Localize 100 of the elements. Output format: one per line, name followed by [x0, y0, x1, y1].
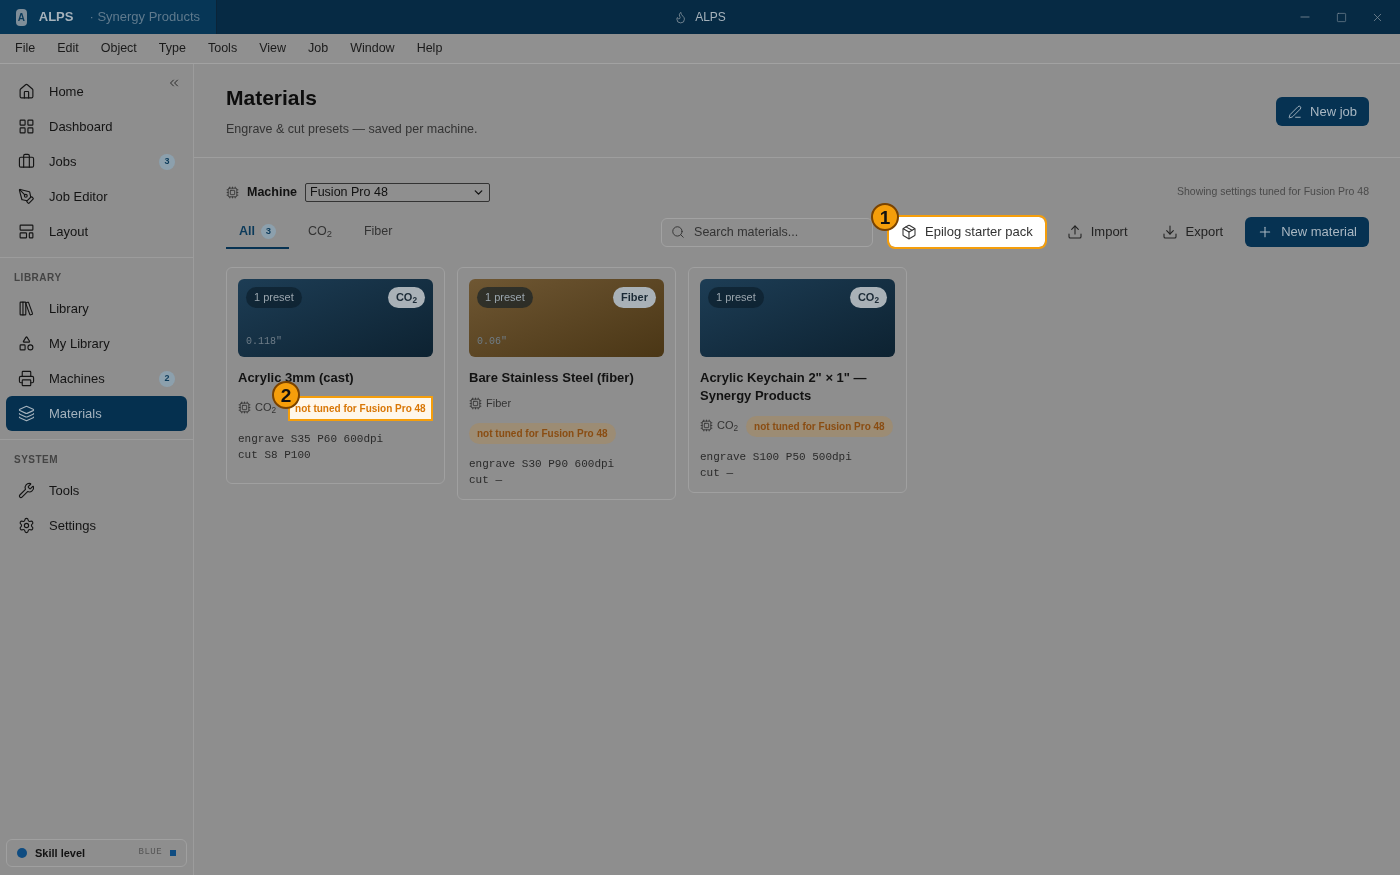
menu-item[interactable]: Object [93, 39, 144, 58]
package-icon [901, 224, 918, 240]
menu-item[interactable]: View [252, 39, 293, 58]
workspace-name: · Synergy Products [89, 8, 200, 27]
machine-select[interactable]: Fusion Pro 48 [305, 182, 490, 202]
search-field[interactable]: Search materials... [661, 217, 874, 247]
briefcase-icon [18, 153, 35, 170]
material-card[interactable]: 1 preset CO$_{2}$ Acrylic Keychain 2" × 1" — Synergy Products CO$_{2}$ not tuned for Fusion Pro 48 engrave S100 P50 500dpi cut — [688, 267, 907, 493]
sidebar-item[interactable]: Layout [6, 214, 187, 249]
home-icon [18, 83, 35, 100]
thickness-label: 0.118" [246, 335, 282, 349]
preset-setting: engrave S30 P90 600dpi [469, 456, 616, 472]
sidebar-label: Home [49, 82, 84, 101]
chip-icon [226, 185, 239, 199]
laser-type: Fiber [486, 396, 512, 411]
app-name: ALPS [38, 8, 74, 27]
pen-icon [1288, 104, 1303, 119]
sidebar-item[interactable]: Machines 2 [6, 361, 187, 396]
sidebar-label: Machines [49, 369, 105, 388]
window-title: ALPS [695, 9, 726, 26]
wrench-icon [18, 482, 35, 499]
preset-setting: engrave S100 P50 500dpi [700, 450, 853, 465]
shapes-icon [18, 335, 35, 352]
laser-type: CO$_{2}$ [717, 417, 739, 434]
app-logo: A [16, 8, 27, 26]
menu-item[interactable]: Help [409, 39, 450, 58]
menu-item[interactable]: Type [151, 39, 193, 58]
laser-type: CO$_{2}$ [255, 399, 277, 416]
menu-item[interactable]: Window [343, 39, 402, 58]
preset-setting: cut — [700, 466, 734, 481]
material-card[interactable]: 1 preset CO$_{2}$ 0.118" Acrylic 3mm (cast) CO$_{2}$ 2 not tuned for Fusion Pro 48 engrave S35 P60 600dpi cut S8 P100 [226, 267, 445, 484]
upload-icon [1066, 224, 1083, 240]
step-marker: 1 [871, 203, 900, 231]
sidebar-item[interactable]: Home [6, 74, 187, 109]
page-subtitle: Engrave & cut presets — saved per machine. [226, 121, 478, 139]
section-heading: LIBRARY [13, 271, 63, 285]
menu-item[interactable]: Tools [200, 39, 245, 58]
count-badge: 3 [159, 153, 175, 170]
sidebar-item[interactable]: Jobs 3 [6, 144, 187, 179]
menu-item[interactable]: File [8, 39, 43, 58]
collapse-icon[interactable] [167, 76, 181, 90]
filter-tab[interactable]: Fiber [350, 215, 406, 249]
warning-tag: not tuned for Fusion Pro 48 [290, 398, 431, 419]
sidebar-item[interactable]: Job Editor [6, 179, 187, 214]
sidebar-item[interactable]: Materials [6, 396, 187, 431]
machine-note: Showing settings tuned for Fusion Pro 48 [1176, 184, 1369, 200]
books-icon [18, 300, 35, 317]
sidebar-label: Settings [49, 516, 96, 535]
warning-tag: not tuned for Fusion Pro 48 [746, 416, 893, 437]
settings-icon [18, 517, 35, 534]
menu-item[interactable]: Edit [50, 39, 86, 58]
section-heading: SYSTEM [13, 453, 60, 467]
toolbar-button[interactable]: Export [1149, 217, 1236, 247]
sidebar-label: Library [49, 299, 89, 318]
search-icon [671, 225, 686, 239]
sidebar-item[interactable]: Library [6, 291, 187, 326]
sidebar-item[interactable]: My Library [6, 326, 187, 361]
sidebar-label: Job Editor [49, 187, 108, 206]
filter-tab[interactable]: CO$_{2}$ [295, 215, 345, 249]
chip-icon [238, 400, 251, 414]
preset-count: 1 preset [246, 287, 302, 308]
layers-icon [18, 405, 35, 422]
sidebar-item[interactable]: Dashboard [6, 109, 187, 144]
menu-item[interactable]: Job [301, 39, 336, 58]
preset-count: 1 preset [708, 287, 764, 308]
sidebar-label: Dashboard [49, 117, 113, 136]
toolbar-button[interactable]: New material [1245, 217, 1369, 247]
sidebar-label: Layout [49, 222, 89, 241]
material-title: Acrylic 3mm (cast) [238, 369, 355, 387]
sidebar-label: Jobs [49, 152, 77, 171]
download-icon [1161, 224, 1178, 240]
preset-setting: engrave S35 P60 600dpi [238, 432, 385, 447]
skill-label: Skill level [35, 845, 86, 861]
thickness-label: 0.06" [477, 335, 507, 349]
page-title: Materials [226, 84, 319, 111]
sidebar-item[interactable]: Tools [6, 473, 187, 508]
flame-icon [674, 10, 688, 24]
material-title: Bare Stainless Steel (fiber) [469, 369, 635, 387]
preset-setting: cut S8 P100 [238, 448, 312, 463]
pen-tool-icon [18, 188, 35, 205]
printer-icon [18, 370, 35, 387]
sidebar-label: My Library [49, 334, 110, 353]
warning-tag: not tuned for Fusion Pro 48 [469, 422, 616, 444]
dashboard-icon [18, 118, 35, 135]
machine-label: Machine [247, 183, 297, 201]
new-job-button[interactable]: New job [1276, 97, 1369, 126]
maximize-icon[interactable] [1336, 11, 1347, 23]
color-swatch-icon [170, 850, 176, 856]
type-tag: CO$_{2}$ [387, 287, 425, 308]
chip-icon [700, 418, 713, 432]
toolbar-button[interactable]: Import [1054, 217, 1140, 247]
filter-tab[interactable]: All 3 [226, 215, 289, 249]
layout-icon [18, 223, 35, 240]
sidebar-item[interactable]: Settings [6, 508, 187, 543]
preset-setting: cut — [469, 472, 503, 488]
material-title: Acrylic Keychain 2" × 1" — Synergy Products [700, 369, 868, 405]
toolbar-button[interactable]: Epilog starter pack [889, 217, 1045, 247]
material-card[interactable]: 1 preset Fiber 0.06" Bare Stainless Steel (fiber) Fiber not tuned for Fusion Pro 48 engrave S30 P90 600dpi cut — [457, 267, 676, 500]
type-tag: CO$_{2}$ [849, 287, 887, 308]
sidebar-label: Materials [49, 404, 102, 423]
